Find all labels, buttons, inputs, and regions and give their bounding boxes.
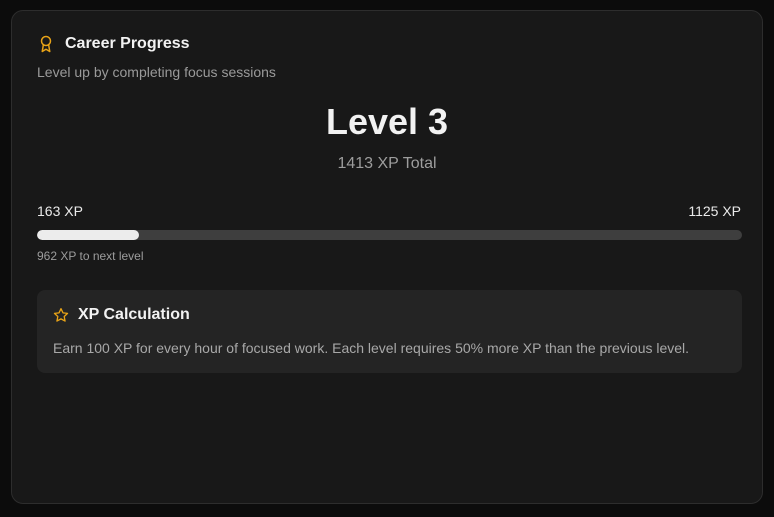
star-icon <box>53 308 69 322</box>
xp-calculation-panel: XP Calculation Earn 100 XP for every hou… <box>37 290 742 373</box>
level-label: Level 3 <box>325 101 449 142</box>
xp-calculation-title: XP Calculation <box>78 306 190 323</box>
career-progress-card: Career Progress Level up by completing f… <box>11 10 763 504</box>
xp-range: 163 XP 1125 XP <box>37 203 741 219</box>
total-xp: 1413 XP Total <box>337 155 437 172</box>
award-icon <box>40 35 52 53</box>
card-title: Career Progress <box>65 35 190 52</box>
xp-progress-fill <box>37 230 140 240</box>
xp-to-next-level: 962 XP to next level <box>37 249 144 263</box>
xp-end-label: 1125 XP <box>688 203 741 219</box>
xp-calculation-text: Earn 100 XP for every hour of focused wo… <box>53 340 690 356</box>
card-header: Career Progress <box>37 35 190 53</box>
xp-start-label: 163 XP <box>37 203 83 219</box>
xp-calculation-header: XP Calculation <box>53 306 190 324</box>
xp-progress-bar <box>37 230 742 240</box>
card-subtitle: Level up by completing focus sessions <box>37 64 276 80</box>
